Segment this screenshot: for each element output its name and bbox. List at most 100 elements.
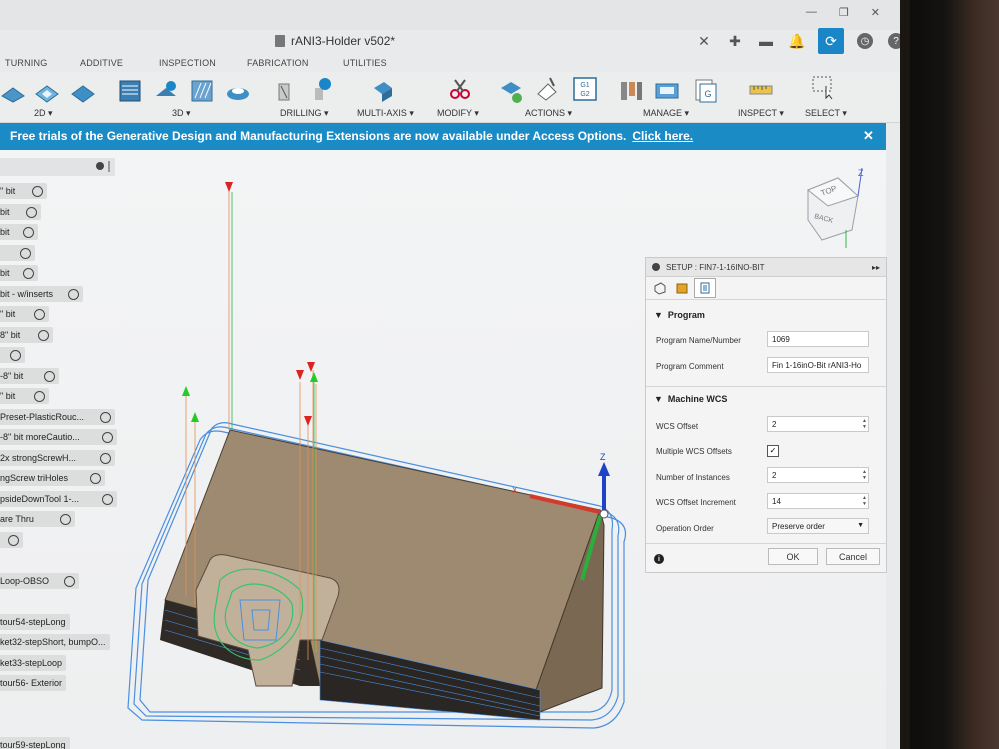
visibility-radio-icon[interactable]	[34, 308, 45, 320]
help-icon[interactable]: ?	[886, 31, 900, 51]
2d-adaptive-icon[interactable]	[34, 80, 60, 106]
browser-item[interactable]: ngScrew triHoles	[0, 470, 105, 486]
tab-stock-icon[interactable]	[672, 279, 692, 297]
instances-spinner[interactable]: ▲ ▼	[862, 469, 867, 481]
comments-icon[interactable]: ▬	[756, 31, 776, 51]
increment-spinner[interactable]: ▲ ▼	[862, 495, 867, 507]
browser-item[interactable]: " bit	[0, 306, 49, 322]
visibility-radio-icon[interactable]	[64, 575, 75, 587]
info-icon[interactable]: i	[654, 554, 664, 564]
visibility-radio-icon[interactable]	[23, 267, 34, 279]
group-drilling[interactable]: DRILLING ▾	[280, 108, 329, 119]
browser-item[interactable]: tour54-stepLong	[0, 614, 70, 630]
3d-pocket-icon[interactable]	[153, 78, 179, 104]
browser-item[interactable]: ket33-stepLoop	[0, 655, 67, 671]
drill-icon[interactable]	[271, 78, 297, 104]
close-window-button[interactable]: ✕	[871, 6, 880, 19]
group-actions[interactable]: ACTIONS ▾	[525, 108, 572, 119]
post-process-icon[interactable]	[534, 76, 560, 102]
group-modify[interactable]: MODIFY ▾	[437, 108, 479, 119]
browser-item[interactable]: bit	[0, 204, 41, 220]
program-comment-input[interactable]: Fin 1-16inO-Bit rANI3-Ho	[767, 357, 869, 373]
tab-inspection[interactable]: INSPECTION	[159, 58, 216, 68]
adaptive-clearing-icon[interactable]	[117, 78, 143, 104]
jobs-icon[interactable]: ⟳	[818, 28, 844, 54]
dialog-collapse-icon[interactable]	[652, 263, 660, 271]
browser-item[interactable]: bit - w/inserts	[0, 286, 83, 302]
visibility-radio-icon[interactable]	[32, 185, 43, 197]
banner-link[interactable]: Click here.	[632, 129, 693, 143]
modify-scissors-icon[interactable]	[447, 76, 473, 102]
visibility-radio-icon[interactable]	[90, 472, 101, 484]
program-section-header[interactable]: ▼ Program	[654, 310, 886, 320]
browser-item[interactable]	[0, 532, 23, 548]
close-tab-icon[interactable]: ✕	[694, 31, 714, 51]
restore-button[interactable]: ❐	[839, 6, 849, 19]
browser-resize-handle[interactable]	[108, 161, 110, 172]
visibility-radio-icon[interactable]	[100, 452, 111, 464]
browser-item[interactable]: " bit	[0, 388, 49, 404]
browser-item[interactable]: 8" bit	[0, 327, 53, 343]
group-multi-axis[interactable]: MULTI-AXIS ▾	[357, 108, 414, 119]
multiple-wcs-checkbox[interactable]: ✓	[767, 445, 779, 457]
visibility-radio-icon[interactable]	[8, 534, 19, 546]
visibility-radio-icon[interactable]	[34, 390, 45, 402]
browser-item[interactable]: Loop-OBSO	[0, 573, 79, 589]
instances-input[interactable]: 2 ▲ ▼	[767, 467, 869, 483]
tab-turning[interactable]: TURNING	[5, 58, 47, 68]
wcs-offset-spinner[interactable]: ▲ ▼	[862, 418, 867, 430]
browser-item[interactable]: tour56- Exterior	[0, 675, 67, 691]
post-library-icon[interactable]: G	[692, 78, 718, 104]
contour-icon[interactable]	[225, 78, 251, 104]
browser-item[interactable]: ket32-stepShort, bumpO...	[0, 634, 110, 650]
multi-axis-icon[interactable]	[370, 78, 396, 104]
visibility-radio-icon[interactable]	[26, 206, 37, 218]
machine-library-icon[interactable]	[654, 78, 680, 104]
browser-item[interactable]: " bit	[0, 183, 47, 199]
browser-item[interactable]: are Thru	[0, 511, 75, 527]
new-tab-icon[interactable]: ✚	[725, 31, 745, 51]
group-3d[interactable]: 3D ▾	[172, 108, 191, 119]
visibility-radio-icon[interactable]	[23, 226, 34, 238]
program-name-input[interactable]: 1069	[767, 331, 869, 347]
group-inspect[interactable]: INSPECT ▾	[738, 108, 784, 119]
minimize-button[interactable]: —	[806, 6, 817, 19]
parallel-icon[interactable]	[189, 78, 215, 104]
browser-item[interactable]: psideDownTool 1-...	[0, 491, 117, 507]
select-icon[interactable]	[810, 74, 836, 100]
tab-additive[interactable]: ADDITIVE	[80, 58, 123, 68]
tab-setup-icon[interactable]	[650, 279, 670, 297]
visibility-radio-icon[interactable]	[38, 329, 49, 341]
visibility-radio-icon[interactable]	[102, 493, 113, 505]
browser-toggle-icon[interactable]	[96, 162, 104, 170]
browser-item[interactable]: Preset-PlasticRouc...	[0, 409, 115, 425]
view-cube[interactable]: TOP BACK Z	[807, 167, 864, 248]
hole-recognition-icon[interactable]	[309, 76, 335, 102]
visibility-radio-icon[interactable]	[68, 288, 79, 300]
clock-icon[interactable]: ◷	[855, 31, 875, 51]
browser-item[interactable]: -8" bit	[0, 368, 59, 384]
ok-button[interactable]: OK	[768, 548, 818, 565]
tab-fabrication[interactable]: FABRICATION	[247, 58, 309, 68]
browser-item[interactable]: 2x strongScrewH...	[0, 450, 115, 466]
visibility-radio-icon[interactable]	[100, 411, 111, 423]
browser-item[interactable]: bit	[0, 224, 38, 240]
increment-input[interactable]: 14 ▲ ▼	[767, 493, 869, 509]
browser-item[interactable]	[0, 347, 25, 363]
tool-library-icon[interactable]	[618, 78, 644, 104]
cancel-button[interactable]: Cancel	[826, 548, 880, 565]
wcs-section-header[interactable]: ▼ Machine WCS	[654, 394, 727, 404]
simulate-icon[interactable]	[498, 78, 524, 104]
group-select[interactable]: SELECT ▾	[805, 108, 847, 119]
gcode-icon[interactable]: G1G2	[572, 76, 598, 102]
tab-utilities[interactable]: UTILITIES	[343, 58, 387, 68]
tab-post-process-icon[interactable]	[694, 278, 716, 298]
group-2d[interactable]: 2D ▾	[34, 108, 53, 119]
group-manage[interactable]: MANAGE ▾	[643, 108, 689, 119]
banner-close-icon[interactable]: ✕	[863, 128, 874, 144]
2d-pocket-icon[interactable]	[70, 80, 96, 106]
dialog-expand-icon[interactable]: ▸▸	[872, 263, 880, 272]
visibility-radio-icon[interactable]	[102, 431, 113, 443]
face-icon[interactable]	[0, 80, 26, 106]
measure-icon[interactable]	[748, 76, 774, 102]
